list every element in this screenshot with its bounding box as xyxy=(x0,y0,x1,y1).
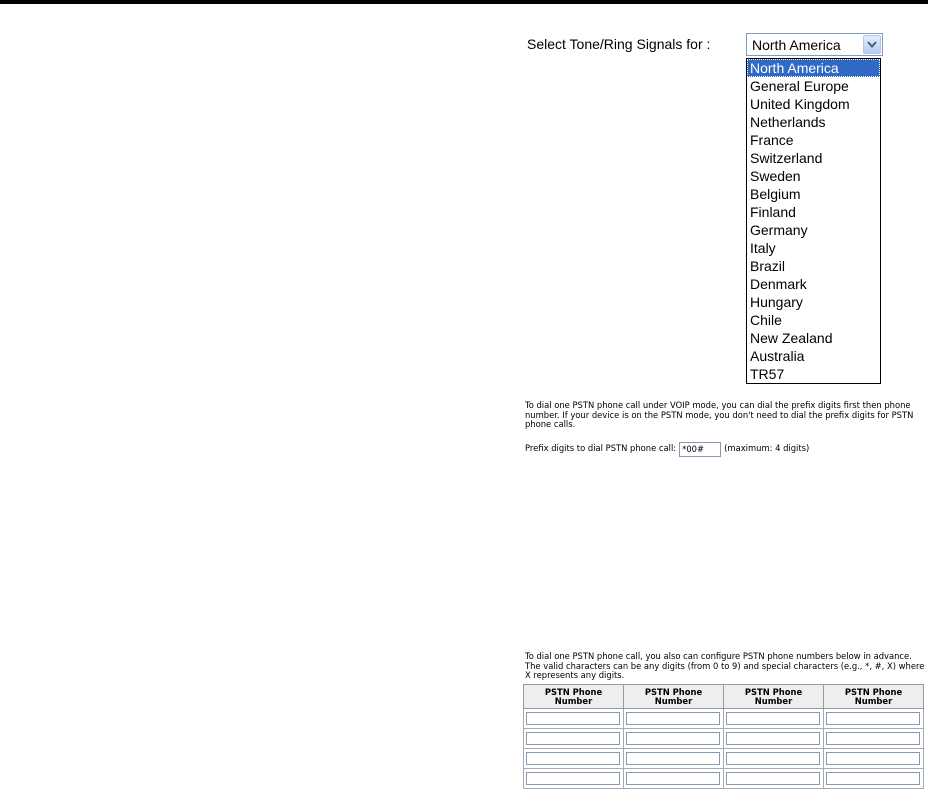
pstn-number-input[interactable] xyxy=(526,712,620,725)
dropdown-option[interactable]: Hungary xyxy=(747,293,880,311)
dropdown-option[interactable]: TR57 xyxy=(747,365,880,383)
table-cell xyxy=(623,768,724,789)
dropdown-option[interactable]: Sweden xyxy=(747,167,880,185)
dropdown-option[interactable]: France xyxy=(747,131,880,149)
pstn-number-table: PSTN Phone Number PSTN Phone Number PSTN P… xyxy=(523,684,924,789)
table-cell xyxy=(523,728,624,749)
pstn-number-input[interactable] xyxy=(826,772,920,785)
dropdown-option[interactable]: Italy xyxy=(747,239,880,257)
dropdown-option[interactable]: Belgium xyxy=(747,185,880,203)
table-row xyxy=(523,728,924,749)
table-cell xyxy=(823,748,924,769)
dropdown-option[interactable]: General Europe xyxy=(747,77,880,95)
table-cell xyxy=(623,708,724,729)
table-cell xyxy=(623,748,724,769)
pstn-number-input[interactable] xyxy=(726,772,820,785)
prefix-digits-input[interactable] xyxy=(679,441,722,457)
table-cell xyxy=(723,768,824,789)
prefix-row: Prefix digits to dial PSTN phone call: (… xyxy=(525,441,809,457)
pstn-number-input[interactable] xyxy=(526,732,620,745)
table-header-cell: PSTN Phone Number xyxy=(523,684,624,709)
pstn-number-input[interactable] xyxy=(626,772,720,785)
dropdown-option[interactable]: United Kingdom xyxy=(747,95,880,113)
tone-select-label: Select Tone/Ring Signals for : xyxy=(527,36,711,52)
dropdown-option[interactable]: Switzerland xyxy=(747,149,880,167)
table-cell xyxy=(823,768,924,789)
tone-select[interactable]: North America xyxy=(746,33,883,56)
pstn-number-input[interactable] xyxy=(726,712,820,725)
table-cell xyxy=(823,708,924,729)
pstn-number-input[interactable] xyxy=(626,752,720,765)
pstn-number-input[interactable] xyxy=(826,732,920,745)
table-cell xyxy=(523,768,624,789)
pstn-number-input[interactable] xyxy=(526,772,620,785)
dropdown-option[interactable]: Chile xyxy=(747,311,880,329)
dropdown-option[interactable]: Denmark xyxy=(747,275,880,293)
pstn-number-input[interactable] xyxy=(826,712,920,725)
dropdown-option[interactable]: New Zealand xyxy=(747,329,880,347)
pstn-number-input[interactable] xyxy=(526,752,620,765)
table-cell xyxy=(523,708,624,729)
table-header-cell: PSTN Phone Number xyxy=(623,684,724,709)
table-cell xyxy=(723,728,824,749)
table-cell xyxy=(823,728,924,749)
dropdown-option[interactable]: Germany xyxy=(747,221,880,239)
table-row xyxy=(523,748,924,769)
pstn-number-input[interactable] xyxy=(826,752,920,765)
pstn-number-input[interactable] xyxy=(626,712,720,725)
prefix-hint: (maximum: 4 digits) xyxy=(724,443,810,454)
table-row xyxy=(523,708,924,729)
pstn-number-input[interactable] xyxy=(726,732,820,745)
table-cell xyxy=(723,708,824,729)
dropdown-option[interactable]: Finland xyxy=(747,203,880,221)
tone-dropdown-list[interactable]: North America General Europe United Kingdo… xyxy=(746,58,881,384)
top-rule xyxy=(0,0,928,4)
table-header-cell: PSTN Phone Number xyxy=(823,684,924,709)
tone-select-value: North America xyxy=(752,37,841,53)
table-cell xyxy=(623,728,724,749)
prefix-intro-text: To dial one PSTN phone call under VOIP m… xyxy=(525,400,914,429)
dropdown-option[interactable]: North America xyxy=(747,59,880,77)
dropdown-option[interactable]: Brazil xyxy=(747,257,880,275)
chevron-down-icon xyxy=(867,41,877,49)
prefix-label: Prefix digits to dial PSTN phone call: xyxy=(525,443,677,454)
dropdown-option[interactable]: Australia xyxy=(747,347,880,365)
table-header-cell: PSTN Phone Number xyxy=(723,684,824,709)
table-cell xyxy=(523,748,624,769)
dropdown-arrow-button[interactable] xyxy=(863,35,881,54)
table-header-row: PSTN Phone Number PSTN Phone Number PSTN P… xyxy=(523,684,924,709)
table-row xyxy=(523,768,924,789)
pstn-number-input[interactable] xyxy=(626,732,720,745)
table-cell xyxy=(723,748,824,769)
pstn-intro-text: To dial one PSTN phone call, you also ca… xyxy=(525,651,925,680)
dropdown-option[interactable]: Netherlands xyxy=(747,113,880,131)
pstn-number-input[interactable] xyxy=(726,752,820,765)
